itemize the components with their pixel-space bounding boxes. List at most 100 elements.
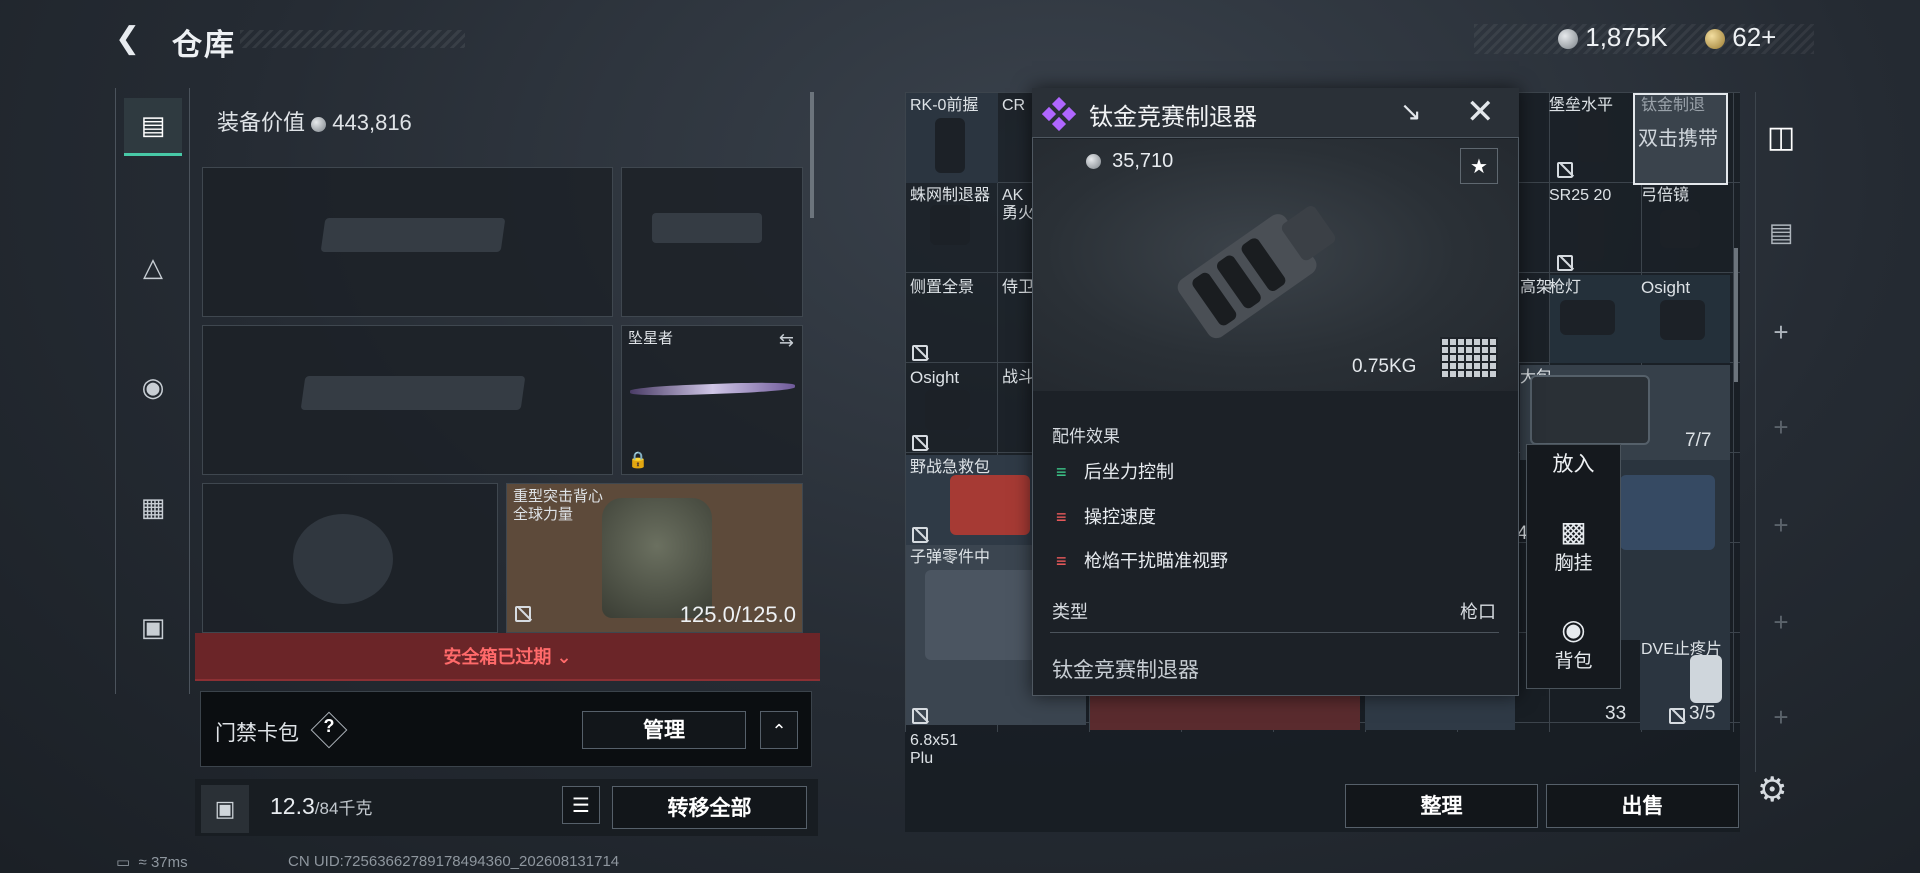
popup-price-value: 35,710 bbox=[1112, 150, 1174, 172]
list-icon[interactable]: ☰ bbox=[562, 786, 600, 824]
safebox-warning: 安全箱已过期 bbox=[443, 647, 552, 667]
muzzle-image bbox=[930, 205, 970, 245]
sight-image bbox=[1660, 300, 1705, 340]
silver-coin-icon bbox=[1558, 29, 1578, 50]
no-insure-icon bbox=[912, 527, 928, 543]
close-icon[interactable]: ✕ bbox=[1466, 92, 1495, 132]
rifle-silhouette-icon bbox=[320, 218, 506, 252]
equipment-scrollbar[interactable] bbox=[810, 92, 814, 218]
no-insure-icon bbox=[912, 345, 928, 361]
secondary-weapon-slot[interactable] bbox=[202, 325, 613, 475]
add-tab-icon[interactable]: + bbox=[1756, 607, 1806, 638]
pistol-slot[interactable] bbox=[621, 167, 803, 317]
no-insure-icon bbox=[515, 606, 531, 622]
helmet-silhouette-icon bbox=[293, 514, 393, 604]
no-insure-icon bbox=[1557, 255, 1573, 271]
silver-coin-icon bbox=[311, 116, 327, 132]
swap-icon[interactable]: ⇆ bbox=[779, 330, 794, 351]
armor-durability: 125.0/125.0 bbox=[679, 602, 796, 627]
armor-slot[interactable]: 重型突击背心 全球力量 125.0/125.0 bbox=[506, 483, 803, 633]
stash-item-label: 战斗 bbox=[1002, 369, 1035, 386]
briefcase-icon[interactable]: ▣ bbox=[124, 598, 182, 656]
type-label: 类型 bbox=[1052, 602, 1088, 622]
stash-item-label: Osight bbox=[910, 368, 960, 387]
stack-count: 7/7 bbox=[1685, 430, 1712, 451]
backpack-button[interactable]: ◉ 背包 bbox=[1526, 614, 1621, 673]
stat-down-icon: ≡ bbox=[1056, 551, 1067, 571]
melee-slot[interactable]: 坠星者 ⇆ 🔒 bbox=[621, 325, 803, 475]
primary-weapon-slot[interactable] bbox=[202, 167, 613, 317]
add-tab-icon[interactable]: + bbox=[1756, 702, 1806, 733]
stash-item-label: 高架 bbox=[1520, 279, 1553, 296]
weight-cap: /84千克 bbox=[314, 799, 373, 818]
rifle-silhouette-icon bbox=[300, 376, 526, 410]
stash-item-label: 6.8x51 bbox=[910, 732, 959, 749]
add-tab-icon[interactable]: + bbox=[1756, 412, 1806, 443]
collapse-icon[interactable]: ↘ bbox=[1400, 96, 1422, 127]
stash-item-label: SR25 20 bbox=[1549, 187, 1612, 204]
gear-icon[interactable]: ⚙ bbox=[1757, 770, 1787, 810]
currency-silver: 1,875K bbox=[1558, 22, 1668, 53]
manage-button[interactable]: 管理 bbox=[582, 711, 746, 749]
lock-icon[interactable]: ▣ bbox=[201, 785, 249, 833]
page-title: 仓库 bbox=[172, 29, 236, 62]
help-icon[interactable]: ? bbox=[318, 716, 340, 737]
stash-item-label: Plu bbox=[910, 750, 934, 767]
sell-button[interactable]: 出售 bbox=[1546, 784, 1739, 828]
stash-item-label: 勇火 bbox=[1002, 205, 1035, 222]
equipment-value: 装备价值 443,816 bbox=[217, 105, 412, 137]
flashlight-image bbox=[1560, 300, 1615, 335]
no-insure-icon bbox=[912, 435, 928, 451]
back-arrow-icon[interactable]: ❮ bbox=[115, 22, 149, 56]
pistol-silhouette-icon bbox=[652, 213, 762, 243]
stash-item-label: 侧置全景 bbox=[910, 279, 975, 296]
equipment-value-label: 装备价值 bbox=[217, 110, 306, 135]
stash-item-label: 子弹零件中 bbox=[910, 549, 991, 566]
magazine-image bbox=[1578, 205, 1604, 261]
sort-button[interactable]: 整理 bbox=[1345, 784, 1538, 828]
chevron-up-icon[interactable]: ⌃ bbox=[760, 711, 798, 749]
keycard-label: 门禁卡包 bbox=[215, 722, 299, 745]
chest-rig-label: 胸挂 bbox=[1554, 553, 1593, 574]
weapon-icon[interactable]: ▤ bbox=[124, 98, 182, 156]
currency-gold[interactable]: 62+ bbox=[1705, 22, 1776, 53]
backpack-icon[interactable]: ◉ bbox=[124, 358, 182, 416]
stash-tab-icon[interactable]: ▤ bbox=[1756, 217, 1806, 248]
favorite-star-icon[interactable]: ★ bbox=[1460, 148, 1498, 184]
divider bbox=[1050, 632, 1499, 633]
gold-coin-icon bbox=[1705, 29, 1725, 50]
currency-silver-value: 1,875K bbox=[1585, 22, 1668, 52]
ping-value: 37ms bbox=[150, 854, 188, 871]
vest-icon[interactable]: ▦ bbox=[124, 478, 182, 536]
transfer-all-button[interactable]: 转移全部 bbox=[612, 786, 807, 829]
ammo-box-image bbox=[925, 570, 1040, 660]
stat-down-icon: ≡ bbox=[1056, 507, 1067, 527]
add-tab-icon[interactable]: + bbox=[1756, 510, 1806, 541]
armor-icon[interactable]: △ bbox=[124, 238, 182, 296]
helmet-slot[interactable] bbox=[202, 483, 498, 633]
painkiller-image bbox=[1690, 655, 1722, 703]
grip-image bbox=[935, 118, 965, 173]
no-insure-icon bbox=[1669, 708, 1685, 724]
silver-coin-icon bbox=[1086, 154, 1101, 170]
stack-count: 33 bbox=[1605, 703, 1627, 724]
stash-item-label: 弓倍镜 bbox=[1641, 187, 1690, 204]
add-tab-icon[interactable]: + bbox=[1756, 317, 1806, 348]
stat-up-icon: ≡ bbox=[1056, 462, 1067, 482]
stash-item-label: RK-0前握 bbox=[910, 97, 979, 114]
chest-rig-button[interactable]: ▩ 胸挂 bbox=[1526, 516, 1621, 575]
item-size-grid-icon bbox=[1440, 337, 1498, 377]
stash-scrollbar[interactable] bbox=[1734, 248, 1738, 382]
safebox-expired-bar[interactable]: 安全箱已过期 ⌄ bbox=[195, 633, 820, 681]
scope-image bbox=[1660, 210, 1700, 248]
status-bar: ▭ ≈ 37ms bbox=[116, 853, 188, 871]
armor-label: 重型突击背心 全球力量 bbox=[513, 488, 603, 524]
stash-home-icon[interactable]: ◫ bbox=[1756, 120, 1806, 155]
weight-display: 12.3/84千克 bbox=[270, 793, 372, 820]
effect-label: 枪焰干扰瞄准视野 bbox=[1084, 551, 1228, 571]
no-insure-icon bbox=[1557, 162, 1573, 178]
left-category-nav: ▤ △ ◉ ▦ ▣ bbox=[115, 88, 190, 694]
rarity-icon bbox=[1041, 96, 1077, 132]
weight-value: 12.3 bbox=[270, 793, 315, 819]
chevron-down-icon: ⌄ bbox=[556, 647, 572, 667]
